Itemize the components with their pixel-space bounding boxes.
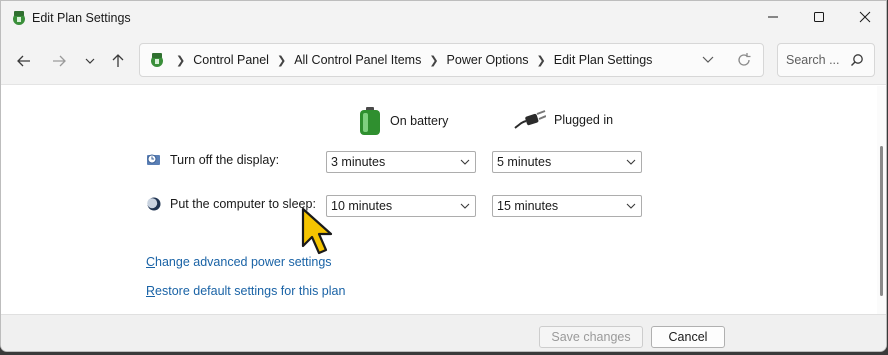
window-title: Edit Plan Settings (32, 11, 131, 25)
chevron-down-icon (460, 203, 470, 209)
recent-locations-button[interactable] (77, 48, 103, 74)
arrow-right-icon (53, 55, 66, 67)
display-plugged-in-select[interactable]: 5 minutes (492, 151, 642, 173)
link-text: estore default settings for this plan (155, 284, 346, 298)
search-placeholder[interactable]: Search ... (786, 53, 840, 67)
navigation-row: ❯ Control Panel ❯ All Control Panel Item… (1, 35, 886, 85)
forward-button[interactable] (46, 48, 72, 74)
arrow-up-icon (112, 54, 124, 67)
moon-icon (147, 197, 161, 211)
sleep-on-battery-select[interactable]: 10 minutes (326, 195, 476, 217)
display-on-battery-select[interactable]: 3 minutes (326, 151, 476, 173)
breadcrumb-separator-icon[interactable]: ❯ (273, 54, 290, 67)
dialog-footer: Save changes Cancel (1, 314, 886, 351)
refresh-icon[interactable] (736, 52, 752, 68)
arrow-left-icon (17, 55, 30, 67)
title-bar: Edit Plan Settings (1, 1, 886, 35)
breadcrumb-separator-icon[interactable]: ❯ (533, 54, 550, 67)
mouse-pointer-icon (301, 207, 333, 255)
minimize-icon (768, 16, 778, 18)
chevron-down-icon (85, 58, 95, 64)
search-icon[interactable] (850, 53, 864, 67)
up-button[interactable] (105, 48, 131, 74)
sleep-plugged-in-value: 15 minutes (497, 199, 559, 213)
save-changes-button[interactable]: Save changes (539, 326, 643, 348)
sleep-on-battery-value: 10 minutes (331, 199, 393, 213)
breadcrumb-edit-plan-settings[interactable]: Edit Plan Settings (550, 53, 657, 67)
minimize-button[interactable] (750, 1, 796, 33)
sleep-row: Put the computer to sleep: (146, 196, 316, 212)
link-mnemonic: C (146, 255, 156, 269)
sleep-label: Put the computer to sleep: (170, 197, 316, 211)
edit-plan-settings-window: Edit Plan Settings ❯ Control Panel ❯ All… (0, 0, 887, 352)
turn-off-display-label: Turn off the display: (170, 153, 280, 167)
plugged-in-header: Plugged in (514, 110, 613, 130)
power-options-icon (13, 11, 25, 25)
breadcrumb-separator-icon: ❯ (176, 54, 186, 67)
breadcrumb-separator-icon[interactable]: ❯ (425, 54, 442, 67)
address-bar[interactable]: ❯ Control Panel ❯ All Control Panel Item… (139, 43, 764, 77)
plan-settings-content: On battery Plugged in Turn off the displ… (1, 86, 877, 314)
breadcrumb-all-items[interactable]: All Control Panel Items (290, 53, 425, 67)
back-button[interactable] (11, 48, 37, 74)
display-clock-icon (147, 154, 160, 165)
maximize-icon (814, 12, 824, 22)
link-mnemonic: R (146, 284, 156, 298)
maximize-button[interactable] (796, 1, 842, 33)
battery-icon (360, 107, 380, 135)
turn-off-display-row: Turn off the display: (146, 152, 279, 168)
close-icon (859, 11, 871, 23)
address-history-chevron-icon[interactable] (700, 53, 716, 67)
display-plugged-in-value: 5 minutes (497, 155, 552, 169)
on-battery-label: On battery (390, 114, 449, 128)
breadcrumb-power-options[interactable]: Power Options (443, 53, 533, 67)
vertical-scrollbar[interactable] (877, 86, 886, 314)
chevron-down-icon (460, 159, 470, 165)
power-plug-icon (514, 110, 546, 129)
breadcrumb: ❯ Control Panel ❯ All Control Panel Item… (172, 44, 656, 76)
restore-default-settings-link[interactable]: Restore default settings for this plan (146, 284, 345, 298)
close-button[interactable] (842, 1, 886, 33)
sleep-plugged-in-select[interactable]: 15 minutes (492, 195, 642, 217)
control-panel-icon (151, 53, 163, 67)
search-box[interactable]: Search ... (777, 43, 875, 77)
display-on-battery-value: 3 minutes (331, 155, 386, 169)
breadcrumb-control-panel[interactable]: Control Panel (189, 53, 273, 67)
chevron-down-icon (626, 159, 636, 165)
plugged-in-label: Plugged in (554, 113, 614, 127)
cancel-button[interactable]: Cancel (651, 326, 725, 348)
chevron-down-icon (626, 203, 636, 209)
scrollbar-thumb[interactable] (880, 146, 883, 296)
on-battery-header: On battery (358, 106, 448, 136)
